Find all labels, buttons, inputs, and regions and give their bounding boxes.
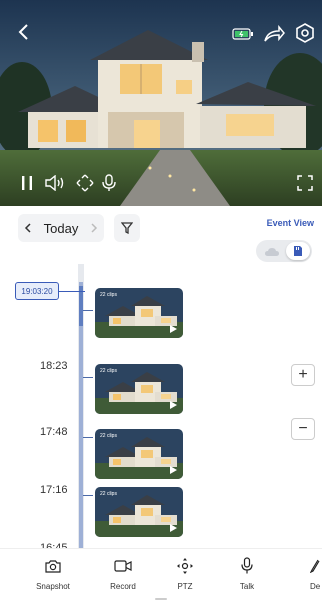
live-video-view[interactable] [0, 0, 322, 206]
timeline-tick [83, 495, 93, 496]
zoom-out-button[interactable]: − [291, 418, 315, 440]
event-view-link[interactable]: Event View [267, 218, 314, 228]
ptz-button[interactable]: PTZ [162, 557, 208, 591]
fullscreen-button[interactable] [292, 170, 318, 196]
cloud-storage-option[interactable] [264, 245, 280, 263]
back-button[interactable] [12, 20, 34, 44]
action-label: De [310, 582, 321, 591]
microphone-icon [102, 174, 116, 191]
battery-status [232, 26, 254, 42]
more-action-button[interactable]: De [298, 557, 322, 591]
action-label: Talk [239, 582, 255, 591]
date-label[interactable]: Today [38, 221, 84, 236]
chevron-right-icon [91, 222, 98, 233]
clip-count: 22 clips [100, 491, 117, 497]
camera-icon [45, 560, 61, 573]
sd-storage-option[interactable] [286, 242, 310, 260]
battery-charging-icon [232, 28, 253, 40]
play-icon [170, 524, 177, 532]
clip-thumbnail[interactable]: 22 clips [95, 364, 183, 414]
clip-count: 22 clips [100, 368, 117, 374]
timeline-tick [83, 310, 93, 311]
pen-icon [310, 559, 320, 573]
timeline-current-range [79, 286, 83, 326]
video-record-icon [114, 560, 132, 572]
clip-thumbnail[interactable]: 22 clips [95, 429, 183, 479]
settings-button[interactable] [294, 22, 316, 44]
action-label: PTZ [177, 582, 193, 591]
mic-button[interactable] [96, 170, 122, 196]
timeline-tick [83, 377, 93, 378]
action-label: Record [110, 582, 136, 591]
clip-thumbnail[interactable]: 22 clips [95, 288, 183, 338]
pause-icon [22, 176, 32, 190]
play-icon [170, 325, 177, 333]
share-arrow-icon [264, 25, 285, 42]
speaker-icon [45, 175, 64, 191]
talk-button[interactable]: Talk [224, 557, 270, 591]
time-label: 17:16 [40, 484, 68, 496]
filter-button[interactable] [114, 214, 140, 242]
storage-source-toggle[interactable] [256, 240, 312, 262]
microphone-icon [241, 557, 253, 574]
action-bar: Snapshot Record PTZ Talk De [0, 548, 322, 604]
sd-card-icon [294, 246, 302, 256]
zoom-in-button[interactable]: + [291, 364, 315, 386]
snapshot-button[interactable]: Snapshot [30, 557, 76, 591]
time-label: 17:48 [40, 426, 68, 438]
hexagon-settings-icon [296, 23, 314, 43]
current-time-line [59, 291, 85, 292]
next-day-button[interactable] [84, 221, 104, 236]
timeline-tick [83, 437, 93, 438]
time-label: 18:23 [40, 360, 68, 372]
prev-day-button[interactable] [18, 221, 38, 236]
chevron-left-icon [24, 222, 31, 233]
share-button[interactable] [262, 24, 286, 44]
recording-timeline[interactable]: 19:03:20 18:23 17:48 17:16 16:45 22 clip… [0, 264, 322, 550]
chevron-left-icon [18, 24, 28, 40]
play-icon [170, 466, 177, 474]
ptz-arrows-icon [76, 174, 94, 192]
filter-icon [121, 222, 133, 234]
clip-count: 22 clips [100, 292, 117, 298]
clip-thumbnail[interactable]: 22 clips [95, 487, 183, 537]
ptz-icon [177, 558, 193, 574]
pause-button[interactable] [14, 170, 40, 196]
home-indicator [155, 598, 167, 600]
ptz-toggle-button[interactable] [72, 170, 98, 196]
sound-button[interactable] [42, 170, 68, 196]
action-label: Snapshot [36, 582, 70, 591]
cloud-icon [265, 248, 279, 256]
current-time-marker: 19:03:20 [15, 282, 59, 300]
record-button[interactable]: Record [100, 557, 146, 591]
date-selector: Today [18, 214, 104, 242]
fullscreen-icon [297, 175, 313, 191]
clip-count: 22 clips [100, 433, 117, 439]
play-icon [170, 401, 177, 409]
